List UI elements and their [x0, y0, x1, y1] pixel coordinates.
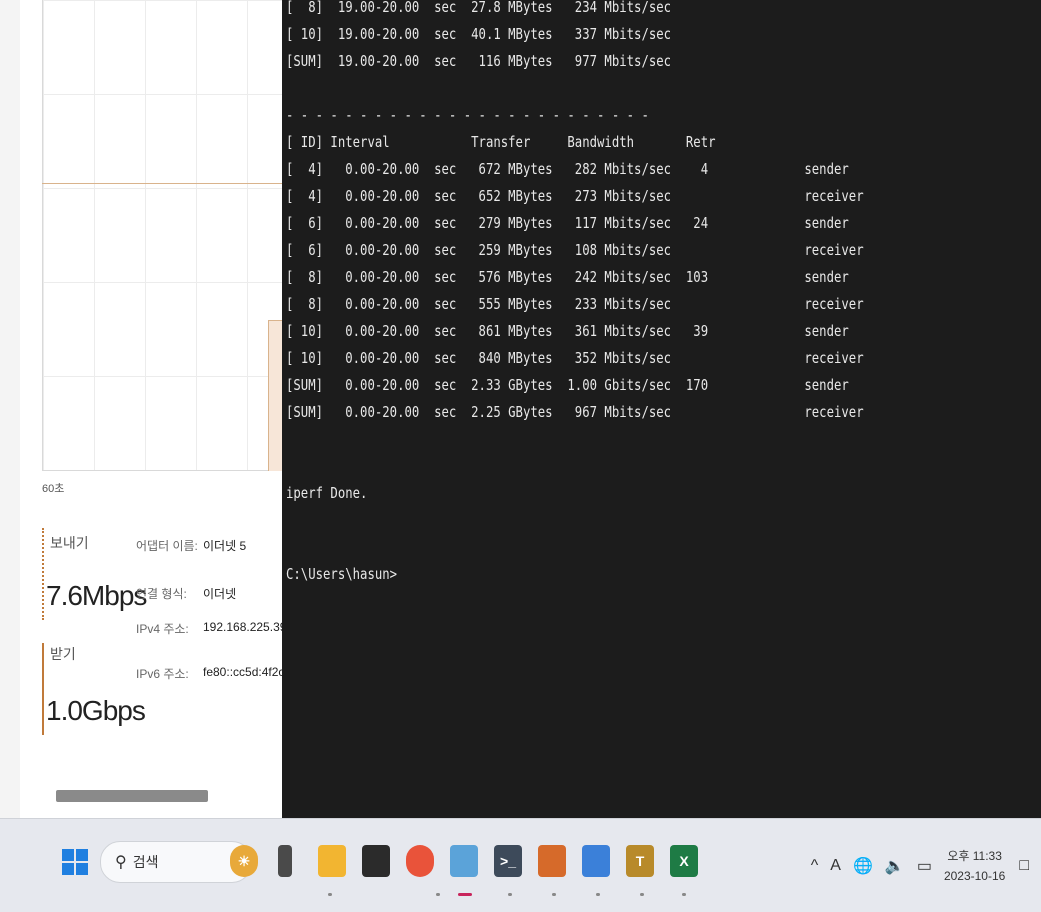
adapter-name-value: 이더넷 5	[203, 539, 247, 553]
windows-logo-icon	[62, 849, 74, 861]
terminal-line: [ 10] 0.00-20.00 sec 861 MBytes 361 Mbit…	[286, 322, 849, 340]
graph-throughput-spike	[268, 320, 282, 471]
terminal-output: [ 8] 19.00-20.00 sec 27.8 MBytes 234 Mbi…	[286, 0, 864, 588]
terminal-line: [ 6] 0.00-20.00 sec 259 MBytes 108 Mbits…	[286, 241, 864, 259]
graph-time-axis-label: 60초	[42, 483, 65, 495]
connection-type-key: 연결 형식:	[136, 587, 187, 601]
terminal-line: [SUM] 19.00-20.00 sec 116 MBytes 977 Mbi…	[286, 52, 672, 70]
running-indicator	[682, 893, 686, 896]
screen-left-edge	[0, 0, 20, 911]
running-indicator	[596, 893, 600, 896]
terminal-line: [ ID] Interval Transfer Bandwidth Retr	[286, 133, 716, 151]
start-button[interactable]	[62, 849, 88, 875]
adapter-name-key: 어댑터 이름:	[136, 539, 198, 553]
taskbar: ⚲ 검색 ☀ >_ T X ^ A 🌐 🔈 ▭ 오후 11:33 2023-10…	[0, 818, 1041, 912]
command-prompt-icon[interactable]: >_	[494, 845, 522, 877]
battery-icon[interactable]: ▭	[917, 856, 932, 876]
terminal-line: C:\Users\hasun>	[286, 565, 398, 583]
powerpoint-icon[interactable]	[538, 845, 566, 877]
clock-date: 2023-10-16	[943, 868, 1006, 883]
active-app-indicator	[458, 893, 472, 896]
receive-label: 받기	[50, 646, 76, 662]
running-indicator	[552, 893, 556, 896]
terminal-line: [ 8] 19.00-20.00 sec 27.8 MBytes 234 Mbi…	[286, 0, 672, 16]
system-tray: ^ A 🌐 🔈 ▭ 오후 11:33 2023-10-16 □	[811, 819, 1041, 912]
running-indicator	[328, 893, 332, 896]
horizontal-scrollbar[interactable]	[56, 790, 208, 802]
running-indicator	[640, 893, 644, 896]
chrome-icon[interactable]	[406, 845, 434, 877]
clock[interactable]: 오후 11:33 2023-10-16	[944, 846, 1005, 886]
running-indicator	[436, 893, 440, 896]
terminal-line: [ 8] 0.00-20.00 sec 555 MBytes 233 Mbits…	[286, 295, 864, 313]
file-explorer-icon[interactable]	[318, 845, 346, 877]
ipv6-key: IPv6 주소:	[136, 667, 189, 681]
terminal-line: [ 10] 0.00-20.00 sec 840 MBytes 352 Mbit…	[286, 349, 864, 367]
ipv4-value: 192.168.225.39	[203, 620, 282, 634]
notification-icon[interactable]: □	[1019, 857, 1029, 875]
graph-baseline	[42, 183, 282, 184]
terminal-line: [ 10] 19.00-20.00 sec 40.1 MBytes 337 Mb…	[286, 25, 672, 43]
terminal-app-icon[interactable]	[362, 845, 390, 877]
terminal-line: [SUM] 0.00-20.00 sec 2.25 GBytes 967 Mbi…	[286, 403, 864, 421]
terminal-line: [SUM] 0.00-20.00 sec 2.33 GBytes 1.00 Gb…	[286, 376, 849, 394]
terminal-line: iperf Done.	[286, 484, 368, 502]
send-value: 7.6Mbps	[46, 580, 147, 611]
running-indicator	[508, 893, 512, 896]
windows-logo-tile	[76, 849, 88, 861]
notepad-icon[interactable]	[582, 845, 610, 877]
terminal-line: [ 6] 0.00-20.00 sec 279 MBytes 117 Mbits…	[286, 214, 849, 232]
ipv6-value: fe80::cc5d:4f2c:7	[203, 665, 282, 679]
taskview-icon[interactable]	[278, 845, 292, 877]
receive-value: 1.0Gbps	[46, 695, 146, 726]
excel-icon[interactable]: X	[670, 845, 698, 877]
search-placeholder: 검색	[132, 854, 159, 870]
connection-type-value: 이더넷	[203, 587, 237, 601]
volume-icon[interactable]: 🔈	[885, 856, 905, 876]
widgets-icon[interactable]: ☀	[230, 845, 258, 877]
windows-logo-tile	[62, 863, 74, 875]
terminal-line: [ 4] 0.00-20.00 sec 672 MBytes 282 Mbits…	[286, 160, 849, 178]
clock-time: 오후 11:33	[947, 848, 1002, 863]
receive-indicator	[42, 643, 44, 735]
task-manager-network-panel: 60초 보내기 7.6Mbps 받기 1.0Gbps 어댑터 이름: 이더넷 5…	[20, 0, 282, 818]
ime-indicator[interactable]: A	[830, 857, 841, 875]
search-icon: ⚲	[115, 854, 127, 871]
throughput-graph	[42, 0, 282, 471]
terminal-line: [ 4] 0.00-20.00 sec 652 MBytes 273 Mbits…	[286, 187, 864, 205]
terminal-line: - - - - - - - - - - - - - - - - - - - - …	[286, 106, 649, 124]
network-icon[interactable]: 🌐	[853, 856, 873, 876]
terminal-line: [ 8] 0.00-20.00 sec 576 MBytes 242 Mbits…	[286, 268, 849, 286]
ipv4-key: IPv4 주소:	[136, 622, 189, 636]
text-editor-icon[interactable]: T	[626, 845, 654, 877]
tray-overflow-chevron-icon[interactable]: ^	[811, 857, 819, 875]
windows-logo-tile	[76, 863, 88, 875]
image-viewer-icon[interactable]	[450, 845, 478, 877]
send-label: 보내기	[50, 535, 89, 551]
terminal-window[interactable]: [ 8] 19.00-20.00 sec 27.8 MBytes 234 Mbi…	[282, 0, 1041, 821]
